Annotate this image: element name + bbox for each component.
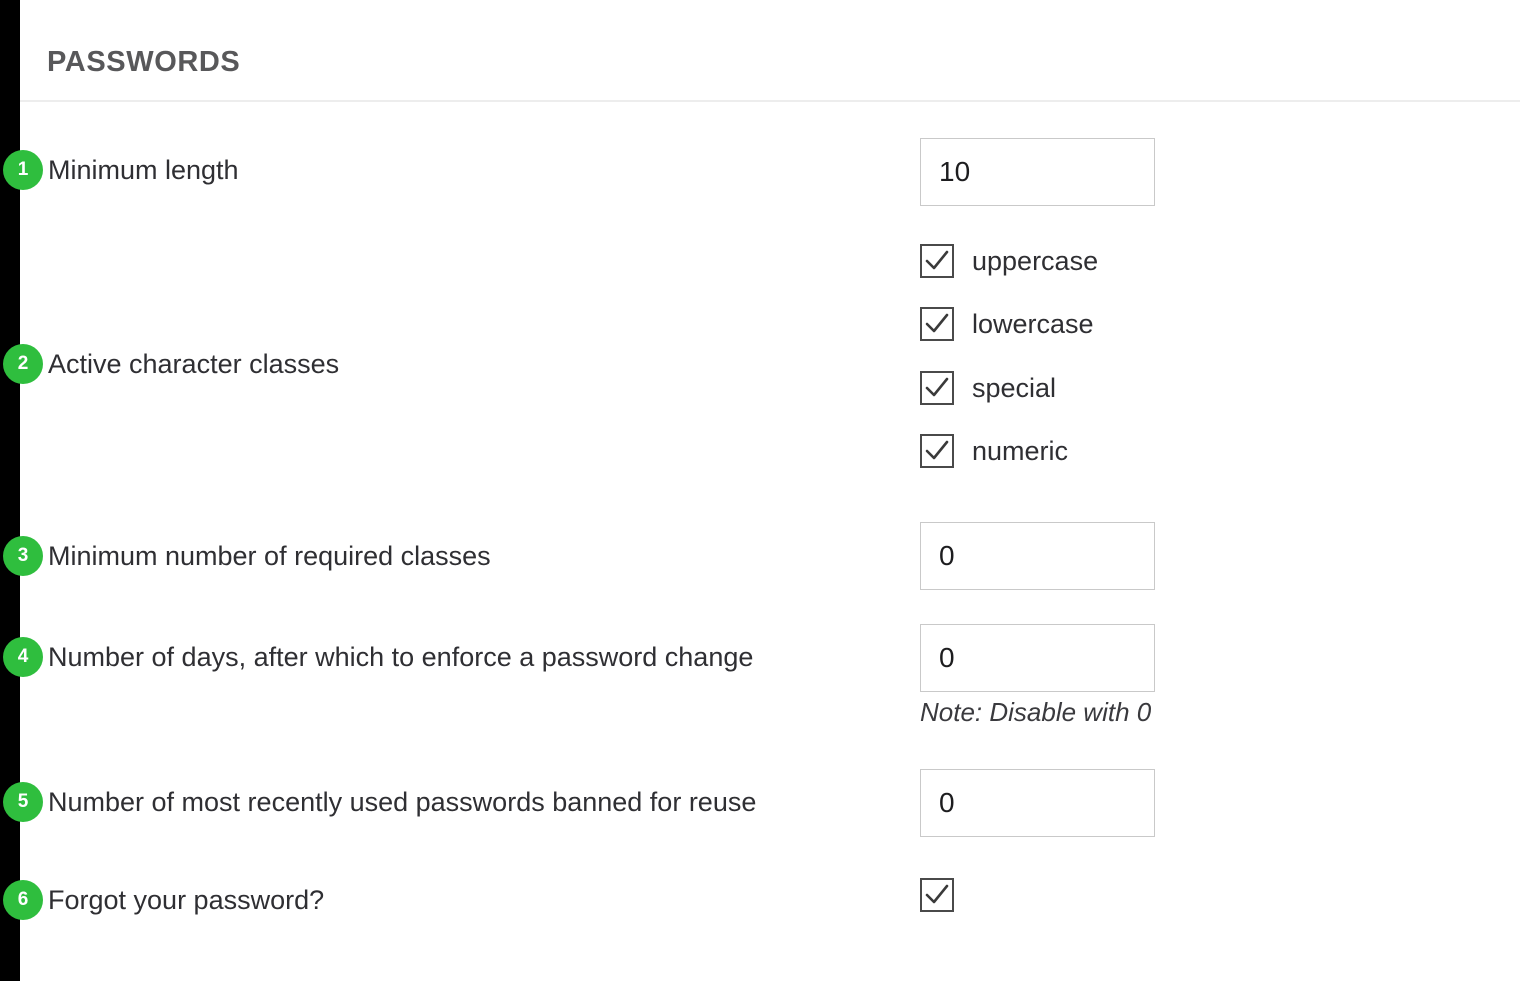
label-banned-reused-passwords: Number of most recently used passwords b… (48, 787, 757, 817)
checkmark-icon (925, 884, 949, 904)
annotation-badge-3: 3 (3, 536, 43, 576)
checkbox-forgot-password[interactable] (920, 878, 954, 912)
annotation-badge-1: 1 (3, 150, 43, 190)
checkmark-icon (925, 377, 949, 397)
checkbox-label-numeric: numeric (972, 435, 1069, 466)
minimum-length-input[interactable] (920, 138, 1155, 206)
left-rail (0, 0, 20, 981)
annotation-badge-4: 4 (3, 637, 43, 677)
checkbox-numeric[interactable] (920, 434, 954, 468)
checkbox-lowercase[interactable] (920, 307, 954, 341)
label-minimum-required-classes: Minimum number of required classes (48, 541, 491, 571)
annotation-badge-2: 2 (3, 344, 43, 384)
checkbox-special[interactable] (920, 371, 954, 405)
label-forgot-your-password: Forgot your password? (48, 885, 325, 915)
checkbox-label-lowercase: lowercase (972, 308, 1094, 339)
checkbox-row-lowercase[interactable]: lowercase (920, 307, 1094, 341)
passwords-settings-page: PASSWORDS 1 Minimum length 2 Active char… (0, 0, 1520, 981)
banned-reused-passwords-input[interactable] (920, 769, 1155, 837)
checkbox-label-special: special (972, 372, 1057, 403)
checkmark-icon (925, 313, 949, 333)
annotation-badge-5: 5 (3, 782, 43, 822)
password-change-days-note: Note: Disable with 0 (920, 697, 1152, 727)
password-change-days-input[interactable] (920, 624, 1155, 692)
checkbox-row-uppercase[interactable]: uppercase (920, 244, 1098, 278)
checkbox-row-numeric[interactable]: numeric (920, 434, 1068, 468)
checkbox-uppercase[interactable] (920, 244, 954, 278)
label-active-character-classes: Active character classes (48, 349, 340, 379)
checkbox-row-forgot-password[interactable] (920, 878, 954, 912)
checkbox-label-uppercase: uppercase (972, 245, 1099, 276)
checkmark-icon (925, 440, 949, 460)
annotation-badge-6: 6 (3, 880, 43, 920)
title-divider (20, 100, 1520, 102)
checkbox-row-special[interactable]: special (920, 371, 1056, 405)
checkmark-icon (925, 250, 949, 270)
label-password-change-days: Number of days, after which to enforce a… (48, 642, 754, 672)
label-minimum-length: Minimum length (48, 155, 239, 185)
page-title: PASSWORDS (47, 46, 241, 78)
minimum-required-classes-input[interactable] (920, 522, 1155, 590)
